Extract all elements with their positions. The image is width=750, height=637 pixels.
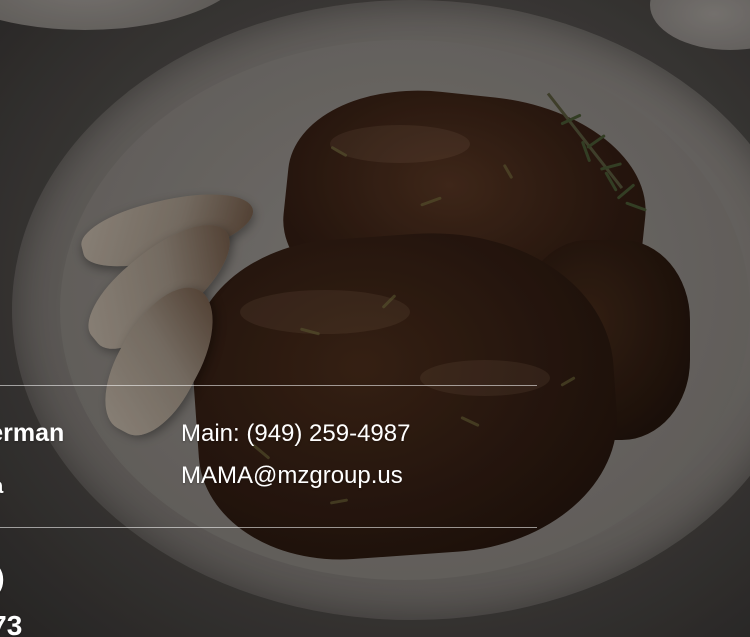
- contact-email-link[interactable]: MAMA@mzgroup.us: [181, 462, 403, 490]
- contact-organization: ca: [0, 475, 3, 499]
- image-overlay: [0, 0, 750, 637]
- contact-phone[interactable]: Main: (949) 259-4987: [181, 420, 410, 448]
- divider-top: [0, 385, 537, 386]
- contact-region: A): [0, 562, 5, 594]
- hero-banner: merman ca Main: (949) 259-4987 MAMA@mzgr…: [0, 0, 750, 637]
- contact-name: merman: [0, 419, 65, 447]
- divider-bottom: [0, 527, 537, 528]
- contact-code: 7073: [0, 610, 23, 637]
